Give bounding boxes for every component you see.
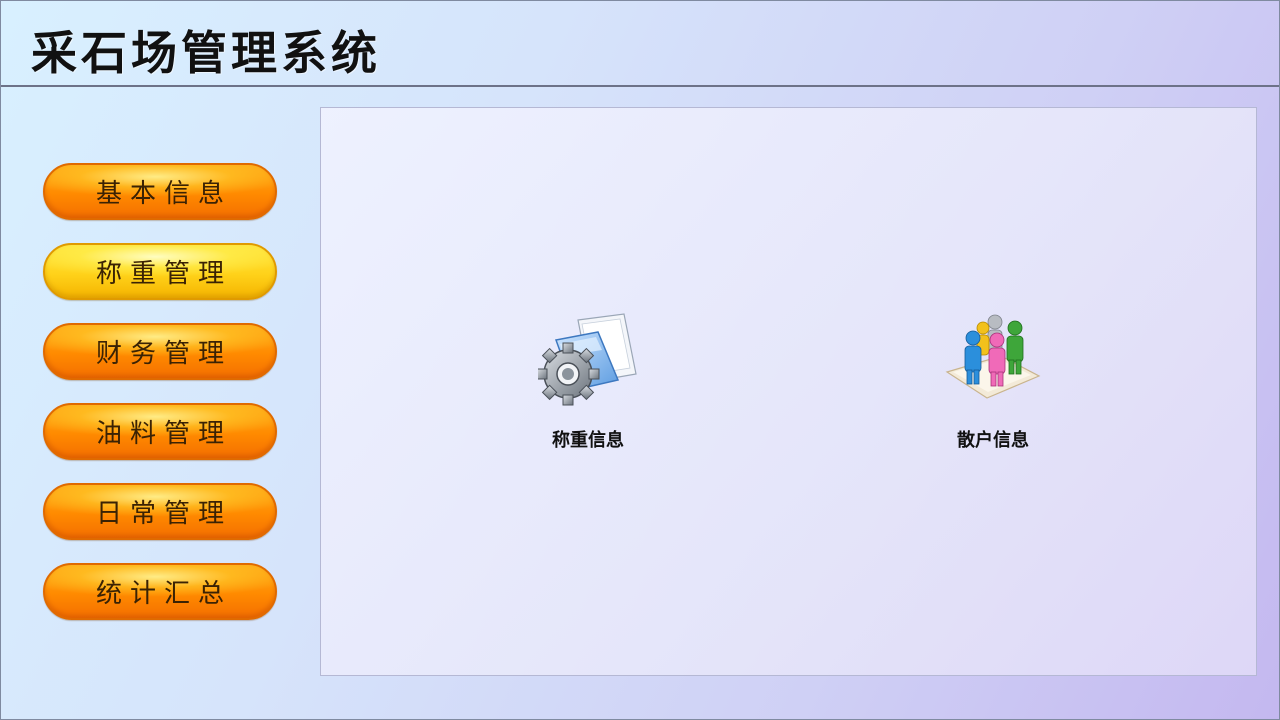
menu-button-label: 统计汇总: [95, 579, 232, 609]
app-window: 采石场管理系统 基本信息 称重管理 财务管理 油料管理 日常管理 统计汇总 称重…: [0, 0, 1280, 720]
menu-button-label: 财务管理: [95, 339, 232, 369]
menu-button-fuel-management[interactable]: 油料管理: [43, 403, 277, 460]
menu-button-label: 日常管理: [95, 499, 232, 529]
individual-customer-info-shortcut[interactable]: 散户信息: [928, 310, 1058, 451]
content-panel: 称重信息 散户信息: [320, 107, 1257, 676]
menu-button-finance-management[interactable]: 财务管理: [43, 323, 277, 380]
people-group-icon: [945, 314, 1041, 399]
weighing-info-label: 称重信息: [552, 430, 624, 451]
folder-settings-icon: [538, 313, 637, 406]
weighing-info-shortcut[interactable]: 称重信息: [523, 310, 653, 451]
menu-button-weighing-management[interactable]: 称重管理: [43, 243, 277, 300]
menu-button-statistics-summary[interactable]: 统计汇总: [43, 563, 277, 620]
menu-button-label: 基本信息: [95, 179, 232, 209]
app-title: 采石场管理系统: [31, 26, 381, 80]
menu-button-basic-info[interactable]: 基本信息: [43, 163, 277, 220]
individual-customer-info-label: 散户信息: [957, 430, 1029, 451]
menu-button-daily-management[interactable]: 日常管理: [43, 483, 277, 540]
sidebar-menu: 基本信息 称重管理 财务管理 油料管理 日常管理 统计汇总: [1, 89, 311, 719]
menu-button-label: 称重管理: [95, 259, 232, 289]
header-bar: 采石场管理系统: [1, 1, 1279, 87]
menu-button-label: 油料管理: [95, 419, 232, 449]
